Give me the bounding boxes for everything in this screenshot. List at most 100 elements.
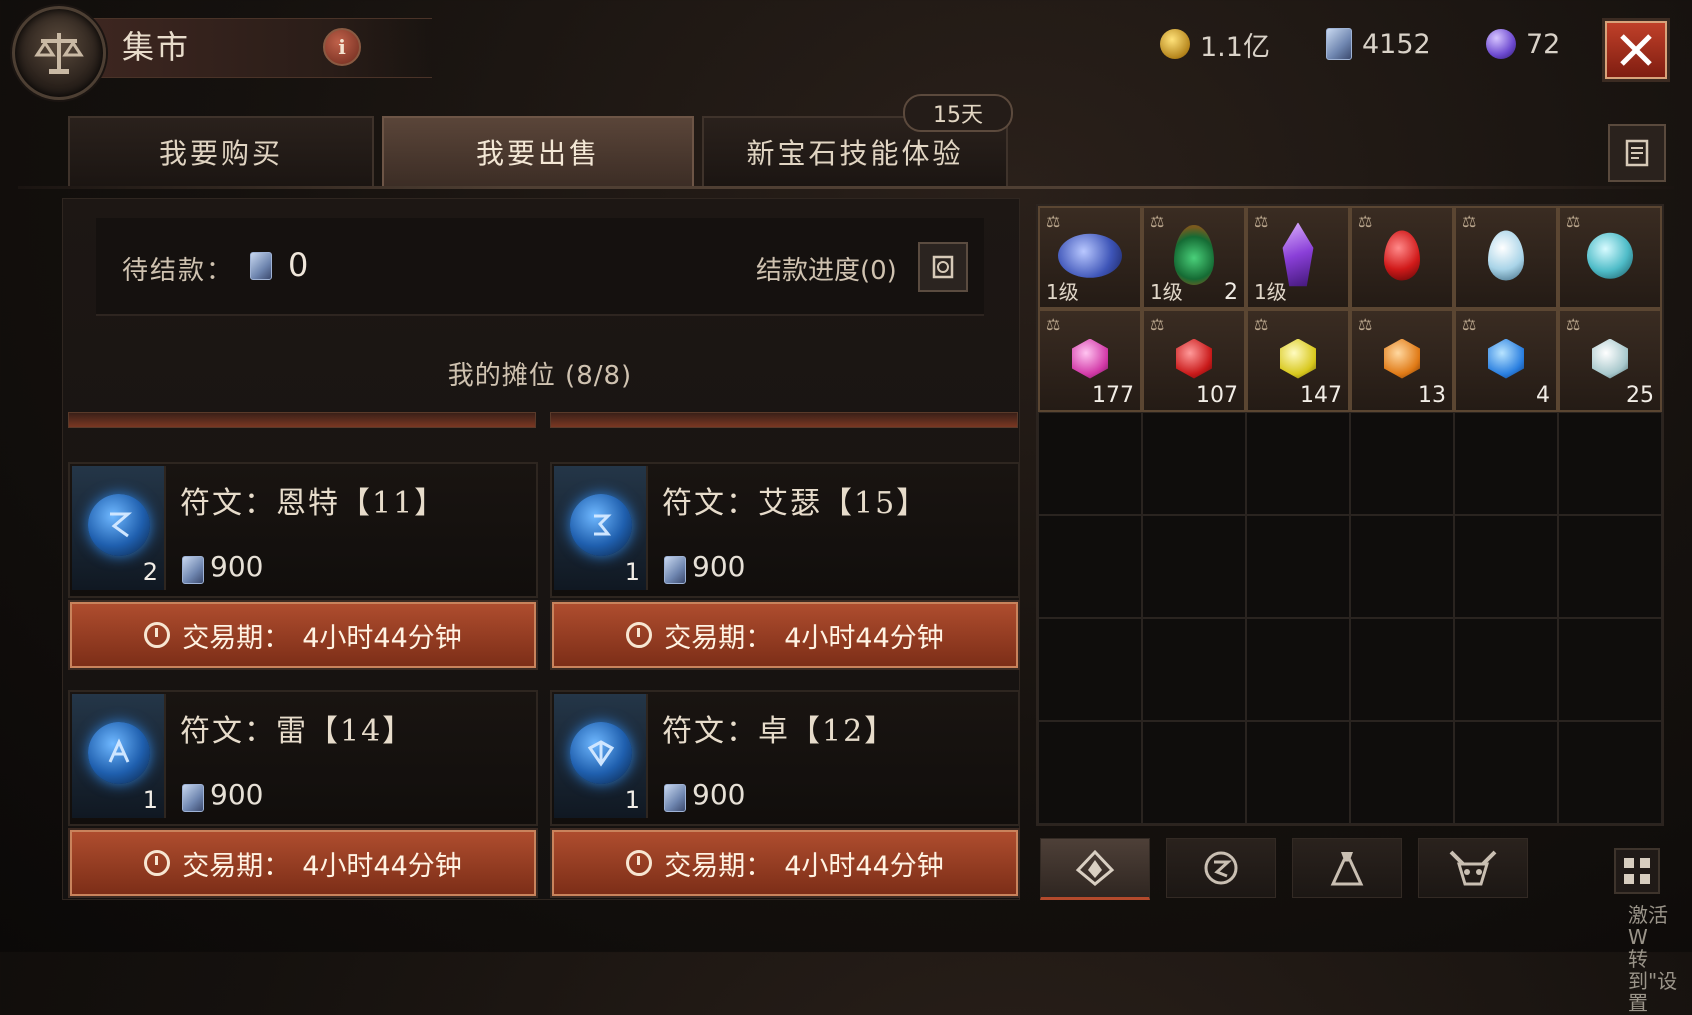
inventory-slot[interactable]: ⚖ (1350, 206, 1454, 309)
clear-drop-gem-icon (1488, 230, 1524, 280)
empty-inventory-slot[interactable] (1142, 618, 1246, 721)
trade-period-label: 交易期： (664, 622, 773, 654)
rune-slot[interactable]: 2 (72, 466, 166, 590)
gem-card-icon (664, 784, 686, 812)
gem-card-icon (182, 784, 204, 812)
inventory-slot[interactable]: ⚖ 1级 (1038, 206, 1142, 309)
inventory-slot[interactable]: ⚖ 4 (1454, 309, 1558, 412)
currency-orb: 72 (1486, 26, 1560, 62)
info-icon: i (338, 35, 346, 59)
empty-inventory-slot[interactable] (1142, 412, 1246, 515)
empty-inventory-slot[interactable] (1558, 412, 1662, 515)
gem-card-icon (250, 252, 272, 280)
item-level: 1级 (1254, 280, 1287, 304)
empty-inventory-slot[interactable] (1454, 721, 1558, 824)
listing-strip-top-left (68, 412, 536, 428)
bag-tab[interactable] (1292, 838, 1402, 898)
grid-icon (1624, 858, 1634, 868)
pending-value: 0 (288, 246, 309, 284)
empty-inventory-slot[interactable] (1246, 412, 1350, 515)
rune-slot[interactable]: 1 (72, 694, 166, 818)
rune-count: 2 (142, 558, 158, 586)
inventory-slot[interactable]: ⚖ (1558, 206, 1662, 309)
listing-card[interactable]: 1 符文：卓【12】 900 交易期： 4小时44分钟 (550, 690, 1020, 908)
item-name: 符文：恩特【11】 (180, 486, 447, 521)
item-quantity: 147 (1300, 383, 1342, 408)
item-price: 900 (210, 550, 264, 583)
item-quantity: 4 (1536, 383, 1550, 408)
rune-tab[interactable] (1166, 838, 1276, 898)
gem-card-icon (664, 556, 686, 584)
record-button[interactable] (1608, 124, 1666, 182)
empty-inventory-slot[interactable] (1350, 515, 1454, 618)
grid-view-button[interactable] (1614, 848, 1660, 894)
empty-inventory-slot[interactable] (1558, 721, 1662, 824)
duration-badge: 15天 (903, 94, 1013, 132)
inventory-slot[interactable]: ⚖ 1级 2 (1142, 206, 1246, 309)
tab-sell[interactable]: 我要出售 (382, 116, 694, 186)
demon-tab[interactable] (1418, 838, 1528, 898)
item-quantity: 13 (1418, 383, 1446, 408)
empty-inventory-slot[interactable] (1350, 412, 1454, 515)
close-icon (1620, 34, 1652, 66)
empty-inventory-slot[interactable] (1454, 618, 1558, 721)
tradeable-scale-icon: ⚖ (1462, 212, 1477, 231)
gem-tab[interactable] (1040, 838, 1150, 900)
amber-gem-icon (1384, 338, 1420, 379)
item-price: 900 (692, 550, 746, 583)
empty-inventory-slot[interactable] (1142, 721, 1246, 824)
gold-amount: 1.1亿 (1200, 31, 1270, 63)
scroll-record-icon (1625, 139, 1649, 167)
empty-inventory-slot[interactable] (1246, 618, 1350, 721)
topaz-gem-icon (1280, 338, 1316, 379)
empty-inventory-slot[interactable] (1038, 721, 1142, 824)
inventory-slot[interactable]: ⚖ (1454, 206, 1558, 309)
empty-inventory-slot[interactable] (1038, 618, 1142, 721)
inventory-slot[interactable]: ⚖ 13 (1350, 309, 1454, 412)
payment-progress-button[interactable] (918, 242, 968, 292)
inventory-slot[interactable]: ⚖ 1级 (1246, 206, 1350, 309)
trade-period-time: 4小时44分钟 (784, 850, 944, 882)
empty-inventory-slot[interactable] (1350, 618, 1454, 721)
item-name: 符文：卓【12】 (662, 714, 897, 749)
empty-inventory-slot[interactable] (1350, 721, 1454, 824)
empty-inventory-slot[interactable] (1142, 515, 1246, 618)
teal-orb-icon (1587, 232, 1633, 279)
trade-period-label: 交易期： (664, 850, 773, 882)
trade-period-label: 交易期： (182, 850, 291, 882)
inventory-slot[interactable]: ⚖ 25 (1558, 309, 1662, 412)
rune-slot[interactable]: 1 (554, 694, 648, 818)
inventory-slot[interactable]: ⚖ 147 (1246, 309, 1350, 412)
listing-card[interactable]: 2 符文：恩特【11】 900 交易期： 4小时44分钟 (68, 462, 538, 680)
watermark-line-2: 转到"设置 (1628, 947, 1678, 1015)
empty-inventory-slot[interactable] (1454, 515, 1558, 618)
empty-inventory-slot[interactable] (1038, 515, 1142, 618)
trade-period-time: 4小时44分钟 (302, 850, 462, 882)
item-quantity: 107 (1196, 383, 1238, 408)
clock-icon (144, 850, 171, 876)
empty-inventory-slot[interactable] (1558, 618, 1662, 721)
tradeable-scale-icon: ⚖ (1462, 315, 1477, 334)
red-drop-gem-icon (1384, 230, 1420, 280)
tab-buy[interactable]: 我要购买 (68, 116, 374, 186)
empty-inventory-slot[interactable] (1246, 721, 1350, 824)
item-price: 900 (692, 778, 746, 811)
inventory-slot[interactable]: ⚖ 177 (1038, 309, 1142, 412)
os-activation-watermark: 激活 W 转到"设置 (1628, 904, 1692, 1014)
rune-count: 1 (142, 786, 158, 814)
info-button[interactable]: i (323, 28, 361, 66)
empty-inventory-slot[interactable] (1246, 515, 1350, 618)
close-button[interactable] (1602, 18, 1670, 82)
listing-card[interactable]: 1 符文：雷【14】 900 交易期： 4小时44分钟 (68, 690, 538, 908)
watermark-line-1: 激活 W (1628, 903, 1668, 949)
item-quantity: 2 (1224, 280, 1238, 305)
listing-card[interactable]: 1 符文：艾瑟【15】 900 交易期： 4小时44分钟 (550, 462, 1020, 680)
rune-slot[interactable]: 1 (554, 466, 648, 590)
blue-relic-icon (1058, 233, 1122, 278)
empty-inventory-slot[interactable] (1038, 412, 1142, 515)
trade-period-bar: 交易期： 4小时44分钟 (68, 600, 538, 670)
empty-inventory-slot[interactable] (1454, 412, 1558, 515)
tradeable-scale-icon: ⚖ (1150, 212, 1165, 231)
empty-inventory-slot[interactable] (1558, 515, 1662, 618)
inventory-slot[interactable]: ⚖ 107 (1142, 309, 1246, 412)
